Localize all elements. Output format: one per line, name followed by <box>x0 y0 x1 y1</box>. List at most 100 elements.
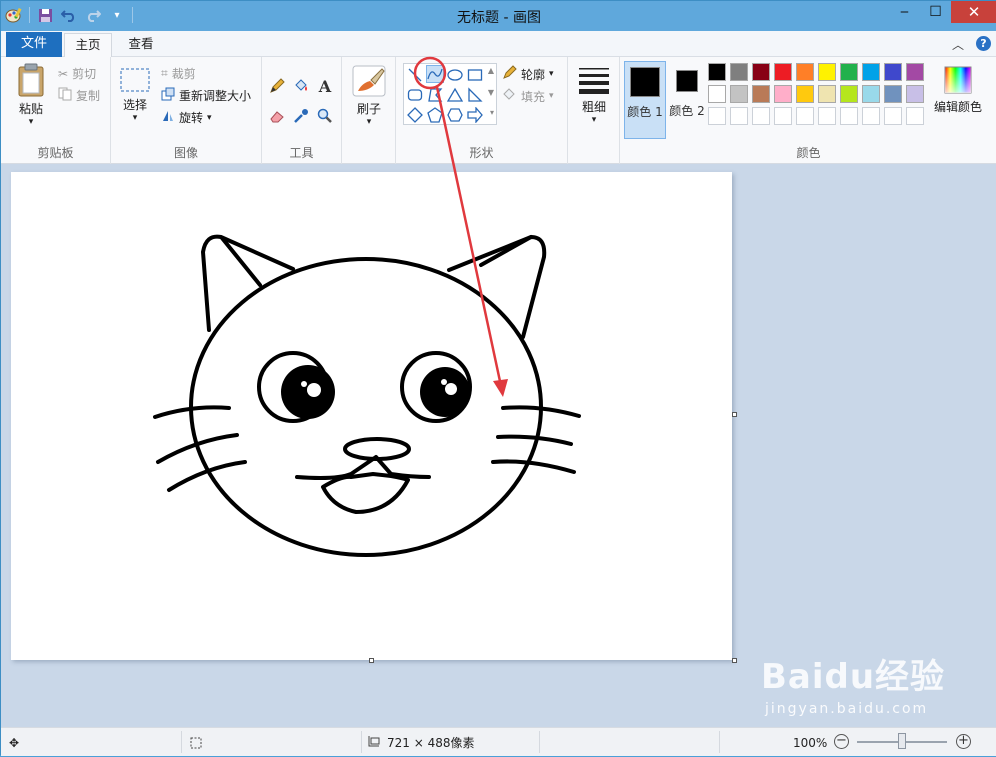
right-triangle-shape-icon[interactable] <box>466 86 484 104</box>
shapes-scroll-down-icon[interactable]: ▼ <box>488 88 494 97</box>
palette-swatch[interactable] <box>840 85 858 103</box>
cut-button[interactable]: ✂ 剪切 <box>58 65 96 82</box>
size-group: 粗细 ▾ <box>568 57 620 164</box>
palette-swatch[interactable] <box>774 63 792 81</box>
oval-shape-icon[interactable] <box>446 66 464 84</box>
polygon-shape-icon[interactable] <box>426 86 444 104</box>
tab-home[interactable]: 主页 <box>64 33 112 57</box>
custom-color-slot[interactable] <box>818 107 836 125</box>
custom-color-slot[interactable] <box>752 107 770 125</box>
palette-swatch[interactable] <box>884 85 902 103</box>
color-picker-icon[interactable] <box>292 107 310 125</box>
select-dropdown-icon[interactable]: ▾ <box>117 113 153 123</box>
tab-view[interactable]: 查看 <box>117 33 165 57</box>
maximize-button[interactable]: ☐ <box>920 1 951 23</box>
resize-button[interactable]: 重新调整大小 <box>161 87 251 104</box>
tools-group: A 工具 <box>262 57 342 164</box>
right-arrow-shape-icon[interactable] <box>466 106 484 124</box>
canvas-dimensions: 721 × 488像素 <box>387 736 475 750</box>
brushes-dropdown-icon[interactable]: ▾ <box>348 117 390 127</box>
palette-swatch[interactable] <box>818 85 836 103</box>
custom-color-slot[interactable] <box>840 107 858 125</box>
status-divider <box>539 731 540 753</box>
paste-label: 粘贴 <box>18 102 43 116</box>
size-dropdown-icon[interactable]: ▾ <box>574 115 614 125</box>
crop-button[interactable]: ⌗ 裁剪 <box>161 65 196 82</box>
custom-color-slot[interactable] <box>774 107 792 125</box>
palette-swatch[interactable] <box>708 85 726 103</box>
palette-swatch[interactable] <box>862 85 880 103</box>
fill-dropdown-icon[interactable]: ▾ <box>549 91 554 101</box>
custom-color-slot[interactable] <box>730 107 748 125</box>
pentagon-shape-icon[interactable] <box>426 106 444 124</box>
rounded-rectangle-shape-icon[interactable] <box>406 86 424 104</box>
status-bar: ✥ 721 × 488像素 100% − + <box>1 727 996 756</box>
palette-swatch[interactable] <box>752 85 770 103</box>
palette-swatch[interactable] <box>708 63 726 81</box>
palette-swatch[interactable] <box>774 85 792 103</box>
custom-color-slot[interactable] <box>862 107 880 125</box>
eraser-icon[interactable] <box>268 107 286 125</box>
copy-button[interactable]: 复制 <box>58 87 100 104</box>
color1-label: 颜色 1 <box>627 105 663 119</box>
selection-size-icon <box>189 728 203 757</box>
palette-swatch[interactable] <box>730 63 748 81</box>
drawing-canvas[interactable] <box>11 172 732 660</box>
diamond-shape-icon[interactable] <box>406 106 424 124</box>
palette-swatch[interactable] <box>796 63 814 81</box>
rotate-dropdown-icon[interactable]: ▾ <box>207 113 212 123</box>
custom-color-slot[interactable] <box>884 107 902 125</box>
rotate-button[interactable]: 旋转 ▾ <box>161 109 212 126</box>
paste-button[interactable]: 粘贴 ▾ <box>11 63 51 127</box>
outline-button[interactable]: 轮廓 ▾ <box>502 65 554 83</box>
baidu-watermark: Baidu经验 <box>761 657 946 697</box>
color2-swatch <box>676 70 698 92</box>
palette-swatch[interactable] <box>730 85 748 103</box>
hexagon-shape-icon[interactable] <box>446 106 464 124</box>
palette-swatch[interactable] <box>906 63 924 81</box>
custom-color-slot[interactable] <box>708 107 726 125</box>
custom-color-slot[interactable] <box>796 107 814 125</box>
triangle-shape-icon[interactable] <box>446 86 464 104</box>
fill-button[interactable]: 填充 ▾ <box>502 87 554 105</box>
palette-swatch[interactable] <box>752 63 770 81</box>
shapes-group-label: 形状 <box>469 146 494 160</box>
close-button[interactable]: ✕ <box>951 1 996 23</box>
help-icon[interactable]: ? <box>976 36 991 51</box>
paste-dropdown-icon[interactable]: ▾ <box>11 117 51 127</box>
image-group: 选择 ▾ ⌗ 裁剪 重新调整大小 旋转 ▾ 图像 <box>111 57 262 164</box>
palette-swatch[interactable] <box>796 85 814 103</box>
brushes-button[interactable]: 刷子 ▾ <box>348 65 390 127</box>
size-button[interactable]: 粗细 ▾ <box>574 65 614 125</box>
text-tool-icon[interactable]: A <box>316 77 334 96</box>
palette-swatch[interactable] <box>840 63 858 81</box>
palette-swatch[interactable] <box>818 63 836 81</box>
zoom-out-button[interactable]: − <box>834 734 849 749</box>
tab-file[interactable]: 文件 <box>6 32 62 57</box>
resize-handle-right[interactable] <box>732 412 737 417</box>
zoom-in-button[interactable]: + <box>956 734 971 749</box>
fill-bucket-icon[interactable] <box>292 77 310 95</box>
resize-handle-corner[interactable] <box>732 658 737 663</box>
pencil-icon[interactable] <box>268 77 286 95</box>
zoom-slider-thumb[interactable] <box>898 733 906 749</box>
line-shape-icon[interactable] <box>406 66 424 84</box>
curve-shape-icon[interactable] <box>426 65 444 83</box>
custom-color-slot[interactable] <box>906 107 924 125</box>
edit-colors-button[interactable]: 编辑颜色 <box>930 65 986 115</box>
palette-swatch[interactable] <box>884 63 902 81</box>
minimize-button[interactable]: ‒ <box>889 1 920 23</box>
shapes-expand-icon[interactable]: ▾ <box>490 108 494 117</box>
collapse-ribbon-icon[interactable]: ︿ <box>952 36 964 53</box>
color1-button[interactable]: 颜色 1 <box>624 61 666 139</box>
magnifier-icon[interactable] <box>316 107 334 125</box>
resize-handle-bottom[interactable] <box>369 658 374 663</box>
palette-swatch[interactable] <box>906 85 924 103</box>
shapes-scroll-up-icon[interactable]: ▲ <box>488 66 494 75</box>
outline-dropdown-icon[interactable]: ▾ <box>549 69 554 79</box>
palette-swatch[interactable] <box>862 63 880 81</box>
rectangle-shape-icon[interactable] <box>466 66 484 84</box>
color2-button[interactable]: 颜色 2 <box>668 61 706 139</box>
select-button[interactable]: 选择 ▾ <box>117 67 153 123</box>
select-label: 选择 <box>122 98 147 112</box>
